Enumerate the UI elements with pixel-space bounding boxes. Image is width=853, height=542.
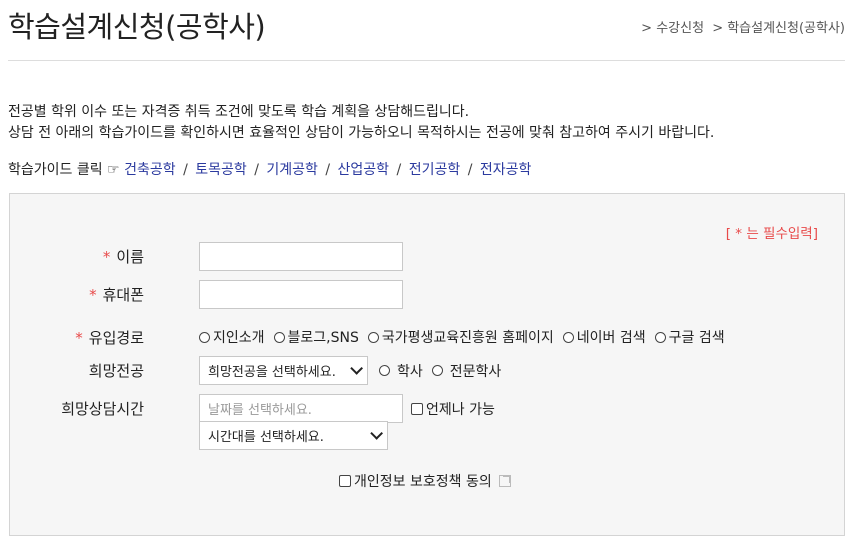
page-title: 학습설계신청(공학사) bbox=[8, 10, 266, 44]
source-option-nile-homepage[interactable]: 국가평생교육진흥원 홈페이지 bbox=[367, 327, 554, 347]
phone-row: * 휴대폰 bbox=[10, 280, 844, 309]
guide-link-industrial[interactable]: 산업공학 bbox=[338, 162, 390, 178]
name-row: * 이름 bbox=[10, 242, 844, 271]
date-input[interactable]: 날짜를 선택하세요. bbox=[199, 394, 403, 423]
source-option-referral[interactable]: 지인소개 bbox=[199, 327, 265, 347]
time-slot-select-value: 시간대를 선택하세요. bbox=[208, 429, 324, 445]
source-option-blog-sns[interactable]: 블로그,SNS bbox=[273, 327, 359, 347]
guide-separator: / bbox=[396, 162, 402, 178]
radio-icon[interactable] bbox=[367, 331, 379, 343]
intro-line-2: 상담 전 아래의 학습가이드를 확인하시면 효율적인 상담이 가능하오니 목적하… bbox=[8, 125, 715, 141]
guide-link-electronic[interactable]: 전자공학 bbox=[480, 162, 532, 178]
intro-line-1: 전공별 학위 이수 또는 자격증 취득 조건에 맞도록 학습 계획을 상담해드립… bbox=[8, 104, 470, 120]
guide-separator: / bbox=[254, 162, 259, 178]
name-input[interactable] bbox=[199, 242, 403, 271]
phone-input[interactable] bbox=[199, 280, 403, 309]
radio-icon[interactable] bbox=[273, 331, 285, 343]
guide-separator: / bbox=[183, 162, 188, 178]
checkbox-icon[interactable] bbox=[411, 402, 423, 415]
source-row: * 유입경로 지인소개 블로그,SNS 국가평생교육진흥원 홈페이지 네이버 검색… bbox=[10, 327, 844, 347]
breadcrumb-item-study-design[interactable]: > 학습설계신청(공학사) bbox=[712, 21, 845, 36]
guide-separator: / bbox=[467, 162, 473, 178]
phone-label: * 휴대폰 bbox=[89, 286, 144, 304]
checkbox-icon[interactable] bbox=[339, 475, 351, 487]
external-link-icon[interactable] bbox=[498, 475, 511, 487]
time-slot-select[interactable]: 시간대를 선택하세요. bbox=[199, 420, 388, 450]
source-label: * 유입경로 bbox=[75, 328, 144, 347]
required-star: * bbox=[102, 248, 111, 266]
study-guide-links: 학습가이드 클릭 ☞ 건축공학 / 토목공학 / 기계공학 / 산업공학 / 전… bbox=[8, 159, 531, 179]
required-star: * bbox=[75, 328, 83, 347]
source-option-google[interactable]: 구글 검색 bbox=[654, 327, 725, 347]
privacy-label: 개인정보 보호정책 동의 bbox=[354, 474, 492, 490]
required-star: * bbox=[89, 286, 97, 304]
guide-link-mechanical[interactable]: 기계공학 bbox=[266, 162, 318, 178]
major-label: 희망전공 bbox=[88, 362, 144, 380]
required-note: [ * 는 필수입력] bbox=[725, 226, 818, 242]
degree-radio-group: 학사 전문학사 bbox=[379, 361, 510, 381]
privacy-row: 개인정보 보호정책 동의 bbox=[10, 471, 844, 491]
degree-option-associate[interactable]: 전문학사 bbox=[431, 361, 501, 381]
privacy-checkbox[interactable]: 개인정보 보호정책 동의 bbox=[339, 471, 492, 491]
degree-option-bachelor[interactable]: 학사 bbox=[379, 361, 423, 381]
major-select-value: 희망전공을 선택하세요. bbox=[208, 365, 336, 380]
radio-icon[interactable] bbox=[379, 365, 390, 376]
guide-link-architecture[interactable]: 건축공학 bbox=[124, 162, 176, 178]
time-label: 희망상담시간 bbox=[61, 400, 144, 418]
guide-prefix: 학습가이드 클릭 ☞ bbox=[8, 162, 120, 178]
chevron-down-icon bbox=[370, 426, 383, 440]
time-row: 희망상담시간 날짜를 선택하세요. 언제나 가능 bbox=[10, 394, 844, 423]
chevron-down-icon bbox=[350, 362, 363, 375]
guide-link-civil[interactable]: 토목공학 bbox=[195, 162, 247, 178]
radio-icon[interactable] bbox=[654, 331, 666, 343]
breadcrumb-item-course-registration[interactable]: > 수강신청 bbox=[641, 21, 704, 36]
radio-icon[interactable] bbox=[562, 331, 574, 343]
source-option-naver[interactable]: 네이버 검색 bbox=[562, 327, 646, 347]
radio-icon[interactable] bbox=[431, 365, 443, 376]
anytime-checkbox[interactable]: 언제나 가능 bbox=[411, 399, 495, 419]
breadcrumb: > 수강신청 > 학습설계신청(공학사) bbox=[637, 17, 845, 36]
header-divider bbox=[8, 60, 845, 61]
name-label: * 이름 bbox=[102, 248, 144, 266]
major-row: 희망전공 희망전공을 선택하세요. 학사 전문학사 bbox=[10, 356, 844, 385]
major-select[interactable]: 희망전공을 선택하세요. bbox=[199, 356, 368, 385]
source-radio-group: 지인소개 블로그,SNS 국가평생교육진흥원 홈페이지 네이버 검색 구글 검색 bbox=[199, 327, 734, 347]
application-form: [ * 는 필수입력] * 이름 * 휴대폰 * 유입경로 지인소개 블로그,SNS … bbox=[9, 193, 845, 536]
intro-text: 전공별 학위 이수 또는 자격증 취득 조건에 맞도록 학습 계획을 상담해드립… bbox=[8, 102, 714, 144]
guide-separator: / bbox=[325, 162, 331, 178]
radio-icon[interactable] bbox=[199, 331, 210, 343]
guide-link-electrical[interactable]: 전기공학 bbox=[409, 162, 461, 178]
